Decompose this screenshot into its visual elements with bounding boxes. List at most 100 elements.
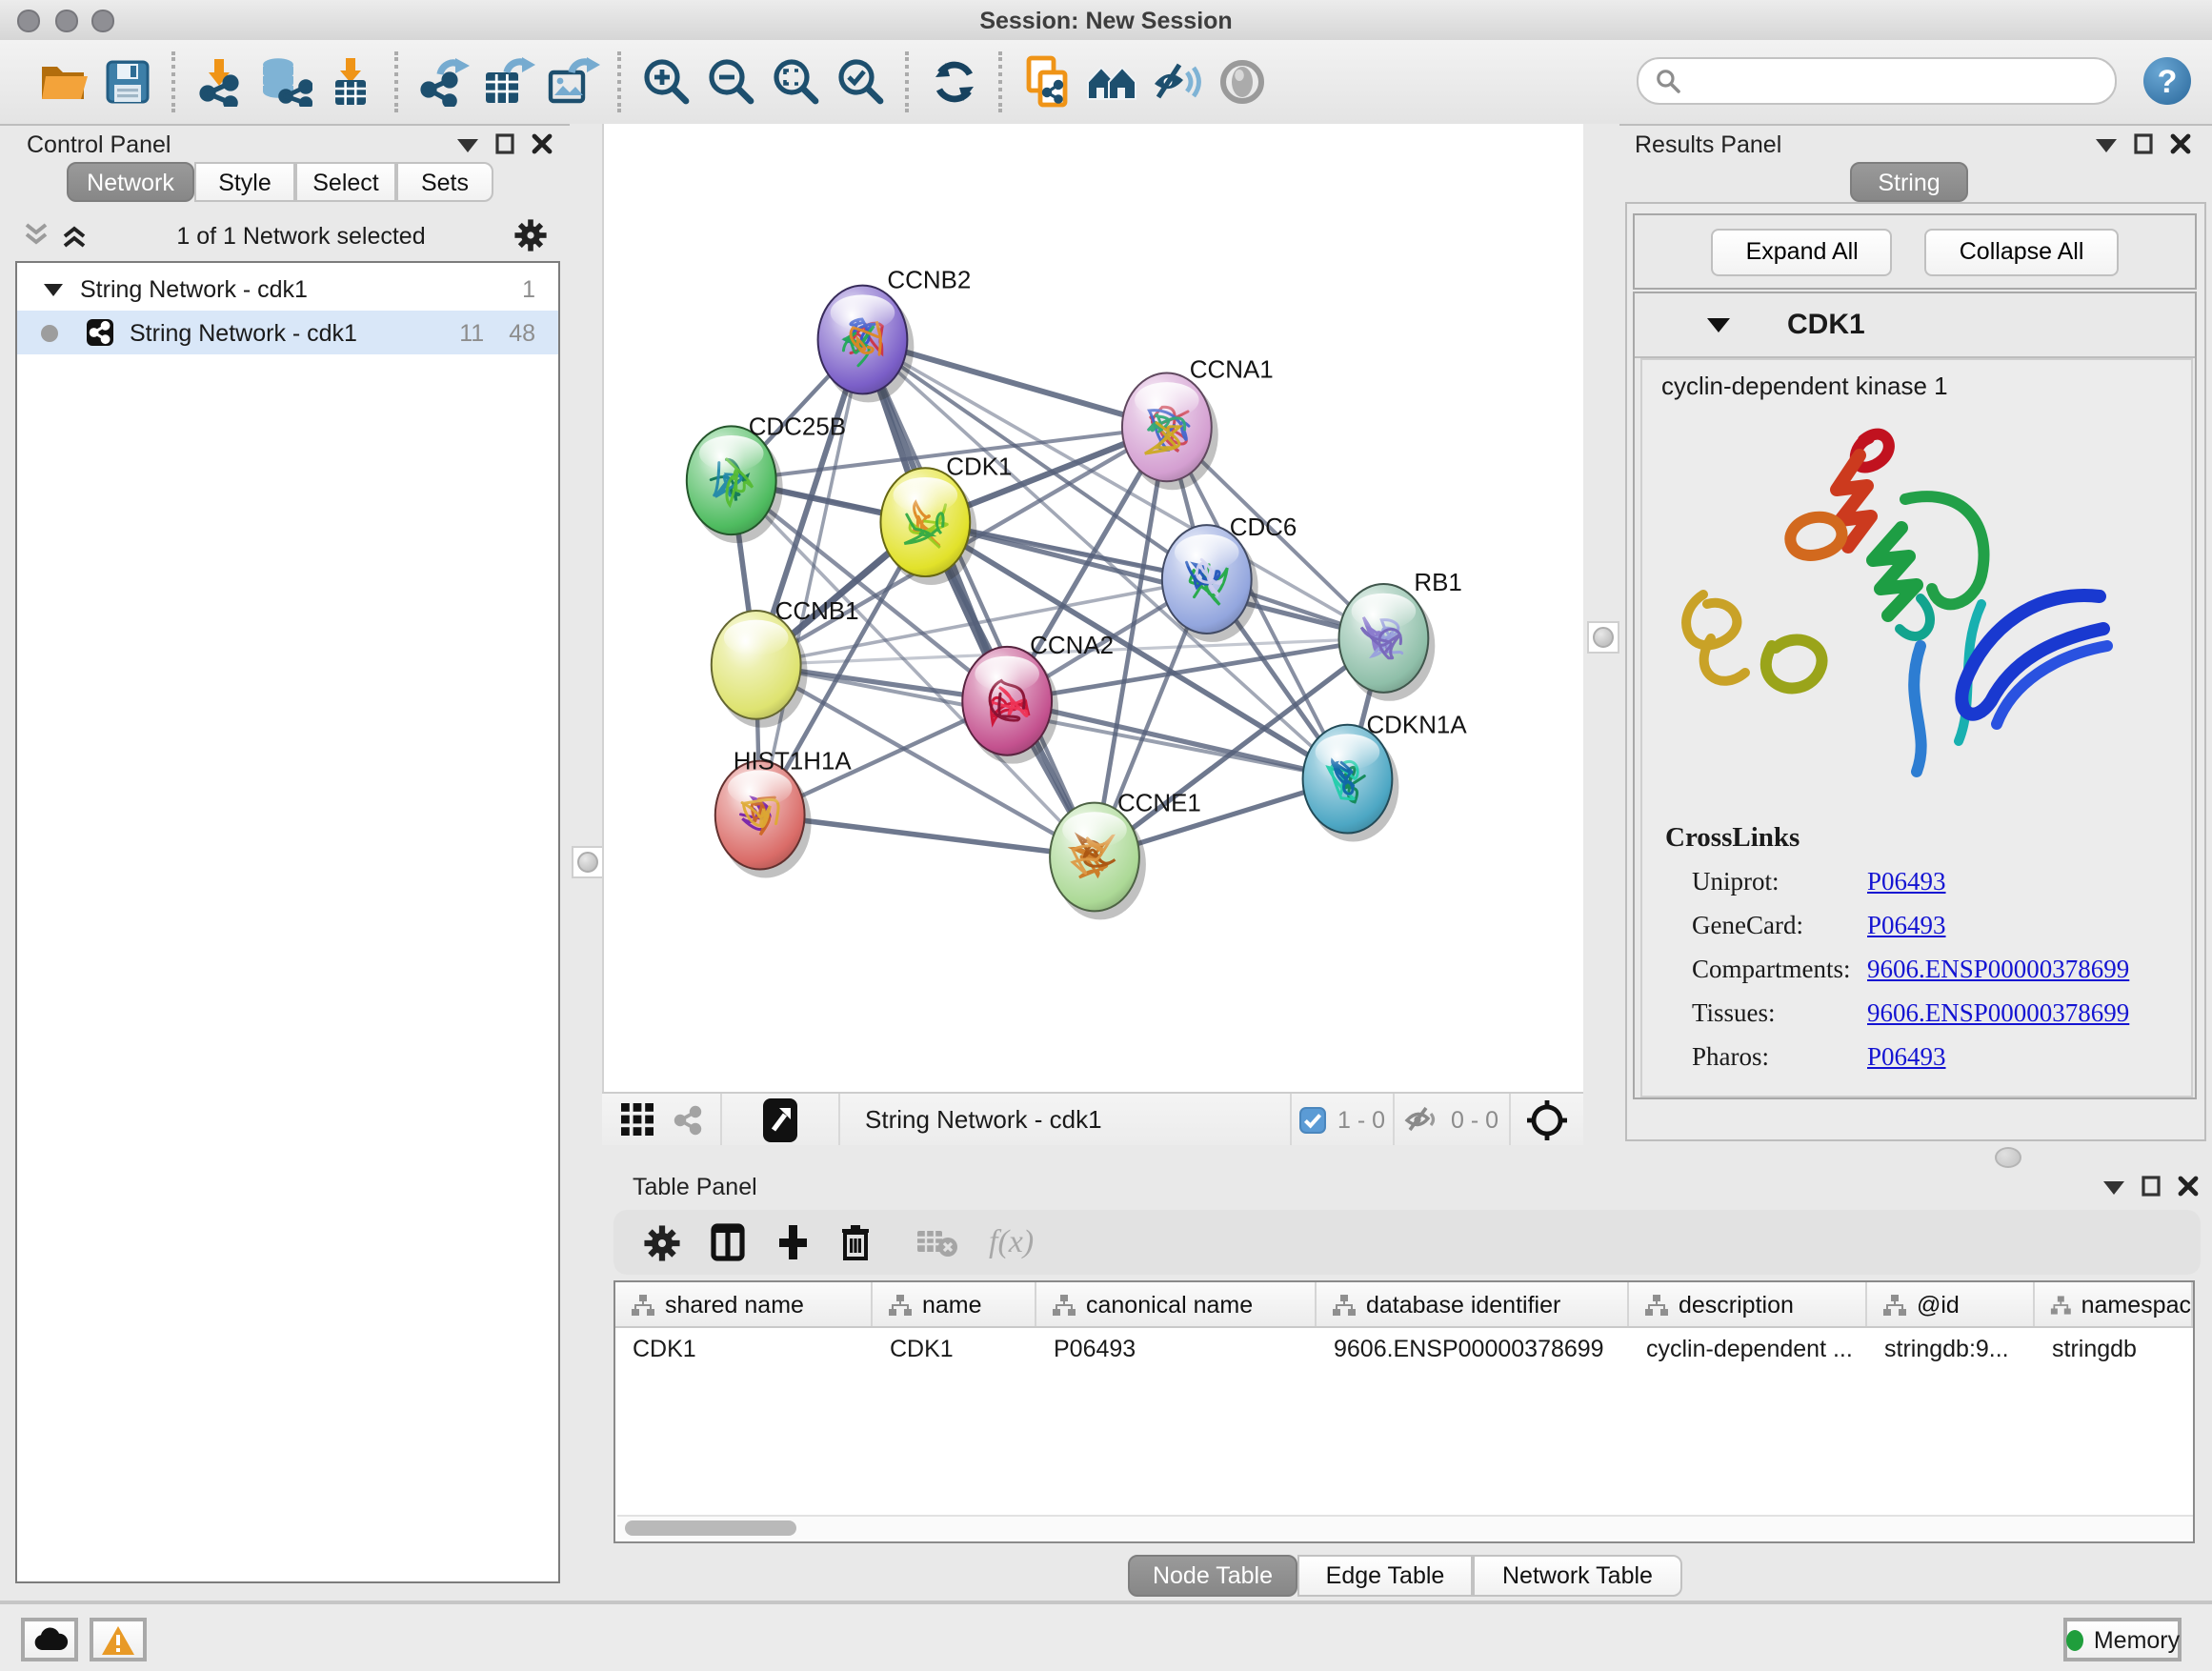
share-view-icon[interactable] (673, 1104, 703, 1135)
table-row[interactable]: CDK1CDK1P064939606.ENSP00000378699cyclin… (615, 1328, 2193, 1370)
compartments-link[interactable]: 9606.ENSP00000378699 (1867, 955, 2129, 985)
network-node-CCNA2[interactable] (962, 647, 1058, 764)
import-network-from-database-button[interactable] (253, 50, 318, 114)
column-header-3[interactable]: database identifier (1317, 1282, 1629, 1326)
horizontal-splitter[interactable] (602, 1145, 2212, 1166)
network-row[interactable]: String Network - cdk1 11 48 (17, 311, 558, 354)
column-header-4[interactable]: description (1629, 1282, 1867, 1326)
zoom-out-button[interactable] (699, 50, 764, 114)
close-panel-icon[interactable] (2170, 133, 2191, 154)
import-network-button[interactable] (189, 50, 253, 114)
close-panel-icon[interactable] (2178, 1176, 2199, 1197)
import-table-button[interactable] (318, 50, 383, 114)
gear-icon[interactable] (514, 219, 547, 252)
network-node-CCNA1[interactable] (1122, 372, 1218, 490)
tab-edge-table[interactable]: Edge Table (1297, 1555, 1473, 1597)
table-h-scrollbar[interactable] (617, 1515, 2195, 1540)
float-panel-icon[interactable] (457, 136, 478, 151)
open-session-button[interactable] (30, 50, 95, 114)
tab-string[interactable]: String (1850, 162, 1968, 202)
hide-graphics-details-button[interactable] (1145, 50, 1210, 114)
network-node-HIST1H1A[interactable] (715, 761, 812, 878)
network-node-RB1[interactable] (1338, 584, 1435, 701)
network-node-CCNB1[interactable] (712, 611, 808, 728)
grid-view-icon[interactable] (621, 1103, 654, 1136)
float-panel-icon[interactable] (2096, 136, 2117, 151)
close-panel-icon[interactable] (532, 133, 553, 154)
maximize-panel-icon[interactable] (2142, 1176, 2161, 1197)
left-divider-handle[interactable] (572, 846, 604, 878)
show-all-networks-button[interactable] (1080, 50, 1145, 114)
collapse-all-button[interactable]: Collapse All (1925, 228, 2119, 275)
tab-node-table[interactable]: Node Table (1128, 1555, 1297, 1597)
search-input[interactable] (1690, 66, 2115, 96)
network-canvas[interactable]: CCNB2CCNA1CDC25BCDK1CDC6RB1CCNB1CCNA2CDK… (602, 124, 1583, 1092)
memory-button[interactable]: Memory (2063, 1618, 2182, 1661)
column-header-0[interactable]: shared name (615, 1282, 873, 1326)
column-header-5[interactable]: @id (1867, 1282, 2035, 1326)
network-edge-CCNB2-HIST1H1A (760, 340, 863, 815)
gene-header[interactable]: CDK1 (1635, 293, 2195, 358)
tab-sets[interactable]: Sets (396, 162, 493, 202)
network-node-CCNB2[interactable] (818, 286, 915, 403)
warning-button[interactable] (90, 1618, 147, 1661)
table-cell[interactable]: CDK1 (615, 1336, 873, 1362)
tab-style[interactable]: Style (194, 162, 295, 202)
splitter-handle[interactable] (1995, 1147, 2021, 1168)
zoom-selected-icon (836, 57, 886, 107)
table-gear-icon[interactable] (644, 1224, 680, 1260)
tissues-link[interactable]: 9606.ENSP00000378699 (1867, 998, 2129, 1029)
export-network-button[interactable] (412, 50, 476, 114)
maximize-panel-icon[interactable] (495, 133, 514, 154)
save-session-button[interactable] (95, 50, 160, 114)
tree-expand-icon[interactable] (44, 281, 63, 296)
tab-network-table[interactable]: Network Table (1473, 1555, 1682, 1597)
export-table-button[interactable] (476, 50, 541, 114)
table-cell[interactable]: P06493 (1036, 1336, 1317, 1362)
table-cell[interactable]: stringdb (2035, 1336, 2193, 1362)
column-header-2[interactable]: canonical name (1036, 1282, 1317, 1326)
table-cell[interactable]: CDK1 (873, 1336, 1036, 1362)
birds-eye-view-icon[interactable] (762, 1097, 798, 1142)
tab-network[interactable]: Network (67, 162, 194, 202)
network-node-CDK1[interactable] (880, 468, 976, 585)
selected-checkbox[interactable] (1299, 1106, 1326, 1133)
collapse-all-tree-icon[interactable] (23, 223, 50, 248)
expand-all-tree-icon[interactable] (61, 223, 88, 248)
toolbar-separator (171, 51, 177, 112)
export-image-button[interactable] (541, 50, 606, 114)
add-column-icon[interactable] (775, 1223, 810, 1261)
float-panel-icon[interactable] (2103, 1178, 2124, 1194)
open-folder-icon (37, 59, 89, 105)
cloud-button[interactable] (21, 1618, 78, 1661)
help-button[interactable]: ? (2142, 55, 2193, 107)
crosshair-icon[interactable] (1526, 1098, 1568, 1140)
scrollbar-thumb[interactable] (625, 1520, 796, 1536)
network-node-CDKN1A[interactable] (1303, 725, 1399, 842)
tab-select[interactable]: Select (295, 162, 396, 202)
expand-all-button[interactable]: Expand All (1712, 228, 1893, 275)
table-cell[interactable]: 9606.ENSP00000378699 (1317, 1336, 1629, 1362)
network-collection-row[interactable]: String Network - cdk1 1 (17, 267, 558, 311)
genecard-link[interactable]: P06493 (1867, 911, 1946, 941)
delete-column-icon[interactable] (840, 1223, 871, 1261)
table-cell[interactable]: cyclin-dependent ... (1629, 1336, 1867, 1362)
table-cell[interactable]: stringdb:9... (1867, 1336, 2035, 1362)
pharos-link[interactable]: P06493 (1867, 1042, 1946, 1073)
hidden-eye-icon[interactable] (1405, 1105, 1439, 1134)
column-header-1[interactable]: name (873, 1282, 1036, 1326)
maximize-panel-icon[interactable] (2134, 133, 2153, 154)
zoom-selected-button[interactable] (829, 50, 894, 114)
show-graphics-details-button[interactable] (1210, 50, 1275, 114)
uniprot-link[interactable]: P06493 (1867, 867, 1946, 897)
column-header-6[interactable]: namespac (2035, 1282, 2193, 1326)
zoom-fit-button[interactable] (764, 50, 829, 114)
select-columns-icon[interactable] (711, 1223, 745, 1261)
search-field[interactable] (1637, 57, 2117, 105)
zoom-in-button[interactable] (634, 50, 699, 114)
apply-style-button[interactable] (922, 50, 987, 114)
network-snapshot-button[interactable] (1016, 50, 1080, 114)
right-divider-handle[interactable] (1587, 621, 1619, 654)
collapse-gene-icon[interactable] (1707, 316, 1730, 333)
network-node-CCNE1[interactable] (1050, 803, 1146, 920)
